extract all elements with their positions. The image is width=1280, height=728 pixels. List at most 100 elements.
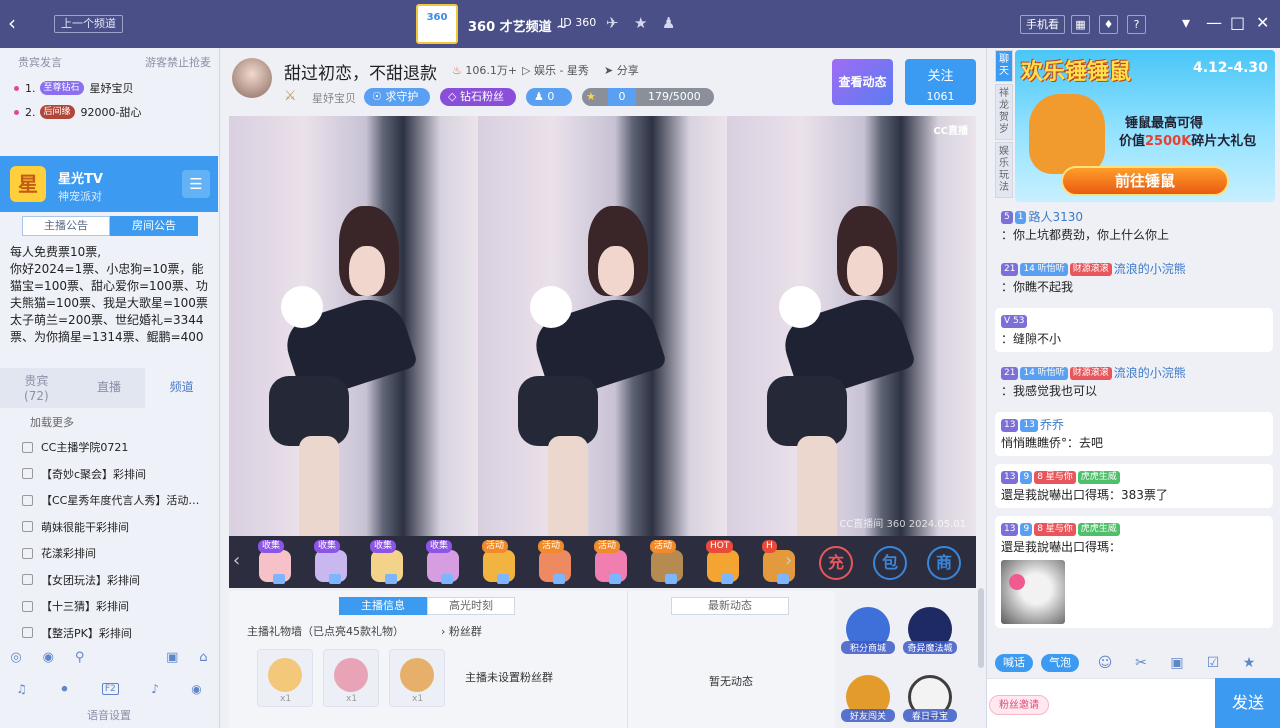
location-icon[interactable]: ◎ <box>10 650 21 672</box>
mic-icon[interactable]: ⚫ <box>59 682 69 696</box>
chat-message[interactable]: 13 9 8 星与你 虎虎生威 還是莪說嚇出口得瑪：383票了 <box>995 464 1273 508</box>
tab-dragon[interactable]: 祥龙贺岁 <box>995 84 1013 140</box>
close-icon[interactable]: ✕ <box>1256 13 1269 32</box>
chat-image[interactable] <box>1001 560 1065 624</box>
follow-button[interactable]: 关注 1061 <box>905 59 976 105</box>
gift-item[interactable]: H <box>757 540 801 584</box>
chat-message[interactable]: 13 13 乔乔 悄悄瞧瞧侨°：去吧 <box>995 412 1273 456</box>
palette-icon[interactable]: ◉ <box>43 650 54 672</box>
search-icon[interactable]: ⚲ <box>75 650 85 672</box>
rank-item[interactable]: 1. 至尊钻石 星妤宝贝 <box>0 76 219 100</box>
gift-item[interactable]: 活动 <box>533 540 577 584</box>
event-banner[interactable]: 欢乐锤锤鼠 4.12-4.30 锤鼠最高可得 价值2500K碎片大礼包 前往锤鼠 <box>1015 50 1275 202</box>
bubble-button[interactable]: 气泡 <box>1041 654 1079 672</box>
fans-group-label[interactable]: › 粉丝群 <box>441 623 482 639</box>
shop-icon[interactable]: 商 <box>927 546 961 580</box>
channel-item[interactable]: 【十三猜】彩排间 <box>22 593 212 620</box>
channel-item[interactable]: 【整活PK】彩排间 <box>22 620 212 647</box>
fans-button[interactable]: ◇ 钻石粉丝 <box>440 88 516 106</box>
chat-message[interactable]: 5 1 路人3130 ：你上坑都费劲，你上什么你上 <box>995 204 1273 248</box>
fan-invite-tag[interactable]: 粉丝邀请 <box>989 695 1049 715</box>
emoji-icon[interactable]: ☺ <box>1087 655 1123 671</box>
recharge-icon[interactable]: 充 <box>819 546 853 580</box>
tab-chat[interactable]: 聊天 <box>995 50 1013 82</box>
user-nickname[interactable]: 路人3130 <box>1028 210 1083 224</box>
menu-icon[interactable]: ☰ <box>182 170 210 198</box>
user-nickname[interactable]: 流浪的小浣熊 <box>1114 366 1186 380</box>
channel-item[interactable]: CC主播学院0721 <box>22 434 212 461</box>
gift-item[interactable]: 收集 <box>365 540 409 584</box>
anchor-avatar[interactable] <box>232 58 272 98</box>
gift-item[interactable]: 收集 <box>309 540 353 584</box>
chat-message[interactable]: 13 9 8 星与你 虎虎生威 還是莪說嚇出口得瑪： <box>995 516 1273 628</box>
rank-item[interactable]: 2. 后间缘 92000-甜心 <box>0 100 219 124</box>
mobile-watch-button[interactable]: 手机看 <box>1020 15 1065 34</box>
gamepad-icon[interactable]: ▣ <box>166 650 178 672</box>
chat-message[interactable]: 21 14 听怡听 财源滚滚 流浪的小浣熊 ：我感觉我也可以 <box>995 360 1273 404</box>
tab-vip[interactable]: 贵宾 (72) <box>0 368 73 408</box>
send-button[interactable]: 发送 <box>1215 678 1280 728</box>
image-icon[interactable]: ▣ <box>1159 655 1195 671</box>
view-dynamic-button[interactable]: 查看动态 <box>832 59 893 105</box>
tab-anchor-info[interactable]: 主播信息 <box>339 597 427 615</box>
channel-item[interactable]: 花漾彩排间 <box>22 540 212 567</box>
app-friend-challenge[interactable]: 好友闯关 <box>841 675 895 722</box>
viewer-count[interactable]: ♟ 0 <box>526 88 572 106</box>
help-icon[interactable]: ? <box>1127 15 1146 34</box>
category[interactable]: ▷ 娱乐 - 星秀 <box>522 62 589 78</box>
home-icon[interactable]: ⌂ <box>199 650 207 672</box>
channel-item[interactable]: 【CC星秀年度代言人秀】活动… <box>22 487 212 514</box>
share-button[interactable]: ➤ 分享 <box>604 62 639 78</box>
tab-room-notice[interactable]: 房间公告 <box>110 216 198 236</box>
record-icon[interactable]: ◉ <box>191 682 201 696</box>
video-player[interactable]: CC直播 CC直播间 360 2024.05.01 <box>229 116 976 536</box>
speaker-icon[interactable]: ♫ <box>16 682 27 696</box>
f2-key-icon[interactable]: F2 <box>101 683 119 695</box>
user-nickname[interactable]: 乔乔 <box>1040 418 1064 432</box>
channel-name[interactable]: 360 才艺频道 ~ <box>468 16 567 35</box>
channel-item[interactable]: 萌妹很能干彩排间 <box>22 514 212 541</box>
go-hammer-button[interactable]: 前往锤鼠 <box>1061 166 1229 196</box>
gift-item[interactable]: 活动 <box>477 540 521 584</box>
wall-gift[interactable]: x1 <box>257 649 313 707</box>
gift-item[interactable]: HOT <box>701 540 745 584</box>
plane-icon[interactable]: ✈ <box>606 14 619 32</box>
minimize-icon[interactable]: — <box>1206 13 1222 32</box>
tab-anchor-notice[interactable]: 主播公告 <box>22 216 110 236</box>
chevron-right-icon[interactable]: › <box>785 550 792 571</box>
back-icon[interactable]: ‹ <box>8 12 16 34</box>
music-icon[interactable]: ♪ <box>151 682 159 696</box>
maximize-icon[interactable]: □ <box>1230 13 1245 32</box>
tab-highlights[interactable]: 高光时刻 <box>427 597 515 615</box>
user-nickname[interactable]: 流浪的小浣熊 <box>1114 262 1186 276</box>
tab-channel[interactable]: 频道 <box>145 368 219 408</box>
tab-live[interactable]: 直播 <box>73 368 146 408</box>
channel-item[interactable]: 【女团玩法】彩排间 <box>22 567 212 594</box>
app-points-mall[interactable]: 积分商城 <box>841 607 895 654</box>
guard-button[interactable]: ☉ 求守护 <box>364 88 430 106</box>
prev-channel-button[interactable]: 上一个频道 <box>54 15 123 33</box>
lock-icon[interactable]: ☑ <box>1195 655 1231 671</box>
chat-input[interactable]: 粉丝邀请 <box>987 678 1215 728</box>
gift-item[interactable]: 收集 <box>421 540 465 584</box>
users-icon[interactable]: ♟ <box>662 14 675 32</box>
chevron-left-icon[interactable]: ‹ <box>233 550 240 571</box>
shout-button[interactable]: 喊话 <box>995 654 1033 672</box>
gift-item[interactable]: 活动 <box>645 540 689 584</box>
star-icon[interactable]: ★ <box>634 14 647 32</box>
load-more-link[interactable]: 加载更多 <box>30 414 74 430</box>
gift-item[interactable]: 活动 <box>589 540 633 584</box>
tab-entertainment[interactable]: 娱乐玩法 <box>995 142 1013 198</box>
grid-icon[interactable]: ▦ <box>1071 15 1090 34</box>
dropdown-icon[interactable]: ▾ <box>1182 13 1190 32</box>
star-tv-box[interactable]: 星 星光TV 神宠派对 ☰ <box>0 156 218 212</box>
star-icon[interactable]: ★ <box>1231 655 1267 671</box>
app-spring-hunt[interactable]: 春日寻宝 <box>903 675 957 722</box>
chat-message[interactable]: V 53 ：缝隙不小 <box>995 308 1273 352</box>
scissors-icon[interactable]: ✂ <box>1123 655 1159 671</box>
gift-item[interactable]: 收集 <box>253 540 297 584</box>
chat-message[interactable]: 21 14 听怡听 财源滚滚 流浪的小浣熊 ：你瞧不起我 <box>995 256 1273 300</box>
backpack-icon[interactable]: 包 <box>873 546 907 580</box>
wall-gift[interactable]: x1 <box>323 649 379 707</box>
wall-gift[interactable]: x1 <box>389 649 445 707</box>
